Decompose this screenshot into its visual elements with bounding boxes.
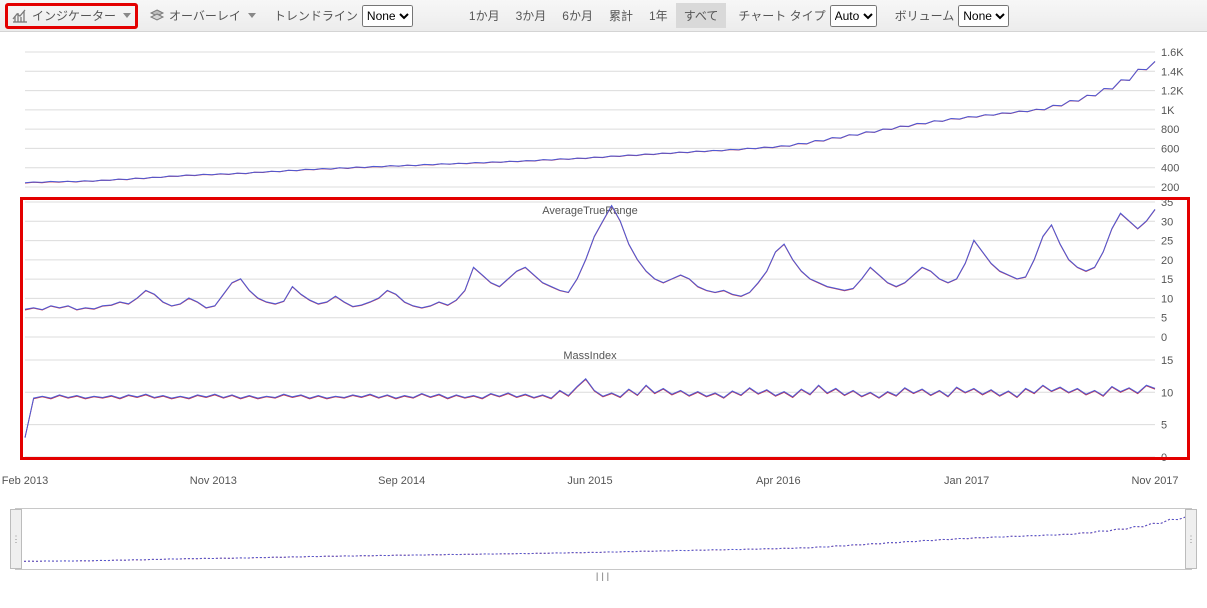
svg-text:15: 15 [1161, 274, 1173, 286]
volume-group: ボリューム None [889, 4, 1016, 28]
svg-text:600: 600 [1161, 143, 1179, 155]
overlay-label: オーバーレイ [169, 7, 241, 24]
svg-text:Nov 2013: Nov 2013 [190, 475, 237, 487]
volume-label: ボリューム [895, 7, 955, 24]
range-button-3[interactable]: 累計 [601, 3, 641, 28]
svg-text:Sep 2014: Sep 2014 [378, 475, 425, 487]
navigator-handle-right[interactable]: ⋮ [1185, 509, 1197, 569]
caret-down-icon [123, 13, 131, 18]
range-button-5[interactable]: すべて [676, 3, 727, 28]
overlay-icon [149, 8, 165, 24]
toolbar: インジケーター オーバーレイ トレンドライン None 1か月3か月6か月累計1… [0, 0, 1207, 32]
chart-area: 200 400 600 800 1K 1.2K 1.4K 1.6K 0 5 10 15 20 25 30 35… [0, 32, 1207, 500]
caret-down-icon [248, 13, 256, 18]
svg-text:0: 0 [1161, 452, 1167, 464]
svg-text:1.4K: 1.4K [1161, 66, 1184, 78]
svg-text:Apr 2016: Apr 2016 [756, 475, 801, 487]
grip-icon: ⋮ [12, 534, 21, 545]
chart-svg[interactable]: 200 400 600 800 1K 1.2K 1.4K 1.6K 0 5 10 15 20 25 30 35… [0, 32, 1207, 497]
navigator-handle-left[interactable]: ⋮ [10, 509, 22, 569]
svg-text:Jun 2015: Jun 2015 [567, 475, 612, 487]
svg-text:Nov 2017: Nov 2017 [1131, 475, 1178, 487]
charttype-group: チャート タイプ Auto [732, 4, 882, 28]
svg-text:MassIndex: MassIndex [563, 350, 617, 362]
grip-icon: ⋮ [1187, 534, 1196, 545]
range-button-1[interactable]: 3か月 [508, 3, 555, 28]
svg-text:5: 5 [1161, 313, 1167, 325]
svg-text:1K: 1K [1161, 105, 1175, 117]
svg-text:25: 25 [1161, 236, 1173, 248]
svg-text:1.6K: 1.6K [1161, 47, 1184, 59]
svg-text:20: 20 [1161, 255, 1173, 267]
svg-text:10: 10 [1161, 293, 1173, 305]
svg-text:Jan 2017: Jan 2017 [944, 475, 989, 487]
navigator[interactable]: ⋮ ⋮ [15, 508, 1192, 570]
svg-text:10: 10 [1161, 387, 1173, 399]
svg-text:15: 15 [1161, 355, 1173, 367]
range-button-2[interactable]: 6か月 [554, 3, 601, 28]
svg-text:1.2K: 1.2K [1161, 86, 1184, 98]
svg-text:Feb 2013: Feb 2013 [2, 475, 48, 487]
svg-text:30: 30 [1161, 216, 1173, 228]
navigator-svg [16, 509, 1191, 569]
range-button-0[interactable]: 1か月 [461, 3, 508, 28]
svg-text:AverageTrueRange: AverageTrueRange [542, 205, 637, 217]
range-buttons: 1か月3か月6か月累計1年すべて [461, 3, 726, 28]
resizer-handle[interactable]: III [0, 570, 1207, 584]
range-button-4[interactable]: 1年 [641, 3, 676, 28]
svg-text:200: 200 [1161, 182, 1179, 194]
svg-text:35: 35 [1161, 197, 1173, 209]
indicator-icon [12, 8, 28, 24]
svg-text:400: 400 [1161, 163, 1179, 175]
charttype-select[interactable]: Auto [830, 5, 877, 27]
svg-text:0: 0 [1161, 332, 1167, 344]
svg-text:5: 5 [1161, 420, 1167, 432]
overlay-menu[interactable]: オーバーレイ [143, 4, 262, 28]
trendline-group: トレンドライン None [268, 4, 419, 28]
charttype-label: チャート タイプ [738, 7, 825, 24]
indicator-label: インジケーター [32, 7, 116, 24]
volume-select[interactable]: None [958, 5, 1009, 27]
indicator-menu[interactable]: インジケーター [6, 4, 137, 28]
svg-text:800: 800 [1161, 124, 1179, 136]
trendline-select[interactable]: None [362, 5, 413, 27]
trendline-label: トレンドライン [274, 7, 358, 24]
